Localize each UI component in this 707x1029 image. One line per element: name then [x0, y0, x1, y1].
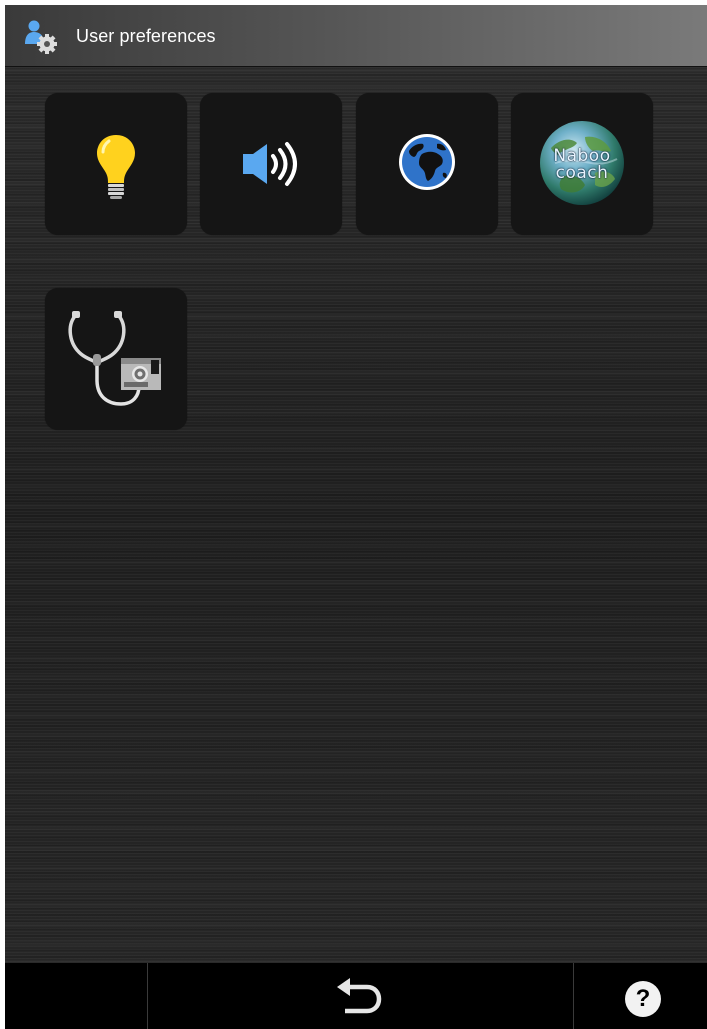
user-settings-icon	[25, 20, 57, 54]
header-bar: User preferences	[5, 5, 707, 67]
help-label: ?	[635, 985, 651, 1012]
back-arrow-icon	[337, 978, 382, 1014]
app-screen: User preferences Naboo coach ?	[5, 5, 707, 1029]
brightness-tile[interactable]	[45, 93, 187, 235]
globe-icon	[399, 134, 455, 190]
back-button[interactable]	[333, 977, 385, 1019]
page-title: User preferences	[76, 26, 216, 46]
help-button[interactable]: ?	[625, 981, 661, 1017]
bottom-navigation-bar: ?	[5, 963, 707, 1029]
naboo-logo-line2: coach	[555, 163, 609, 183]
diagnostics-tile[interactable]	[45, 288, 187, 430]
language-tile[interactable]	[356, 93, 498, 235]
speaker-volume-icon	[243, 142, 297, 186]
lightbulb-icon	[97, 135, 135, 199]
preferences-grid: Naboo coach	[5, 67, 707, 963]
stethoscope-device-icon	[68, 311, 161, 406]
bar-divider	[573, 963, 574, 1029]
bar-divider	[147, 963, 148, 1029]
naboo-coach-tile[interactable]: Naboo coach	[511, 93, 653, 235]
sound-tile[interactable]	[200, 93, 342, 235]
